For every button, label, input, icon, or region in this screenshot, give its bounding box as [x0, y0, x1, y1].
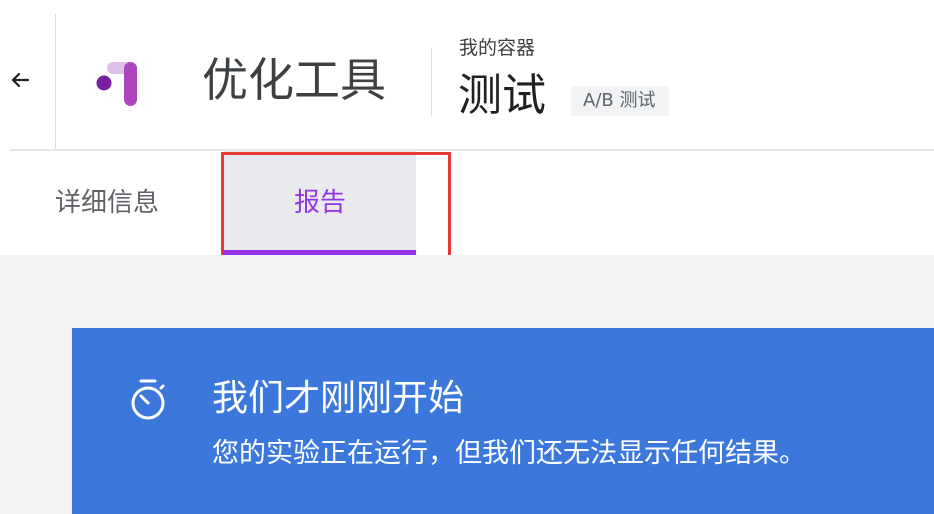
optimize-app: 优化工具 我的容器 测试 A/B 测试 详细信息 报告 我们才刚刚开始 您的实验…	[0, 0, 934, 514]
arrow-back-icon	[11, 72, 30, 88]
experiment-name: 测试	[458, 70, 546, 121]
tab-bar: 详细信息 报告	[0, 151, 934, 255]
container-label[interactable]: 我的容器	[459, 36, 535, 60]
tab-details[interactable]: 详细信息	[20, 151, 194, 255]
experiment-type-badge: A/B 测试	[571, 86, 670, 116]
timer-icon	[131, 379, 165, 420]
tab-reports[interactable]: 报告	[224, 151, 416, 255]
header-vertical-divider	[55, 14, 56, 150]
tab-reports-label: 报告	[293, 188, 346, 218]
banner-title: 我们才刚刚开始	[212, 378, 465, 419]
banner-subtitle: 您的实验正在运行，但我们还无法显示任何结果。	[212, 438, 806, 469]
app-header: 优化工具 我的容器 测试 A/B 测试	[0, 0, 934, 150]
optimize-logo-icon	[96, 62, 137, 106]
status-banner: 我们才刚刚开始 您的实验正在运行，但我们还无法显示任何结果。	[72, 328, 934, 514]
title-divider	[431, 48, 432, 116]
report-content: 我们才刚刚开始 您的实验正在运行，但我们还无法显示任何结果。	[0, 255, 934, 514]
back-button[interactable]	[6, 66, 34, 94]
app-title: 优化工具	[202, 53, 386, 107]
